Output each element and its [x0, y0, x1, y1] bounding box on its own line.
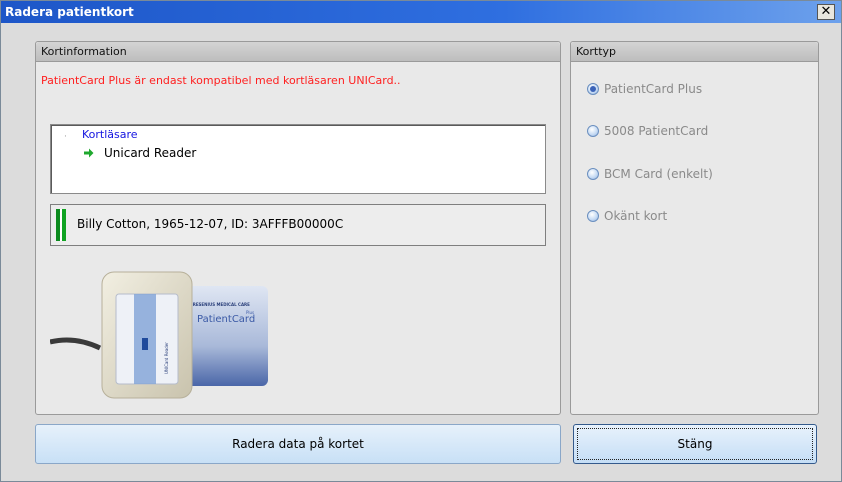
reader-label-text: UNICard Reader [164, 342, 169, 374]
radio-label: 5008 PatientCard [604, 124, 709, 138]
compatibility-warning: PatientCard Plus är endast kompatibel me… [41, 74, 401, 87]
card-reader-tree[interactable]: · Kortläsare Unicard Reader [50, 124, 546, 194]
close-button[interactable]: Stäng [573, 424, 817, 464]
card-type-header: Korttyp [571, 42, 818, 62]
card-status-indicator [56, 209, 66, 241]
focus-rectangle [577, 428, 813, 460]
radio-checked-icon [587, 83, 599, 95]
tree-node-dot-icon: · [64, 132, 67, 142]
window-title: Radera patientkort [5, 5, 134, 19]
card-plus-text: Plus [246, 310, 254, 315]
tree-root-card-readers[interactable]: Kortläsare [82, 128, 138, 141]
card-info-panel: Kortinformation PatientCard Plus är enda… [35, 41, 561, 415]
patient-card-text: Billy Cotton, 1965-12-07, ID: 3AFFFB0000… [77, 217, 344, 231]
radio-label: BCM Card (enkelt) [604, 167, 713, 181]
tree-item-unicard-reader[interactable]: Unicard Reader [104, 146, 196, 160]
radio-label: PatientCard Plus [604, 82, 703, 96]
dialog-window: Radera patientkort ✕ Kortinformation Pat… [0, 0, 842, 482]
reader-cable [50, 337, 102, 351]
green-arrow-icon [84, 148, 94, 158]
card-brand-text: FRESENIUS MEDICAL CARE [190, 302, 250, 307]
close-icon[interactable]: ✕ [817, 4, 835, 20]
title-bar: Radera patientkort ✕ [1, 1, 841, 23]
card-type-panel: Korttyp PatientCard Plus 5008 PatientCar… [570, 41, 819, 415]
patient-card-details: Billy Cotton, 1965-12-07, ID: 3AFFFB0000… [50, 204, 546, 246]
delete-card-data-button[interactable]: Radera data på kortet [35, 424, 561, 464]
radio-unchecked-icon [587, 210, 599, 222]
card-name-text: PatientCard [197, 314, 255, 325]
radio-unchecked-icon [587, 168, 599, 180]
radio-label: Okänt kort [604, 209, 668, 223]
radio-unchecked-icon [587, 125, 599, 137]
card-info-header: Kortinformation [36, 42, 560, 62]
card-reader-illustration: FRESENIUS MEDICAL CARE PatientCard Plus … [50, 271, 268, 399]
reader-led [142, 338, 148, 350]
